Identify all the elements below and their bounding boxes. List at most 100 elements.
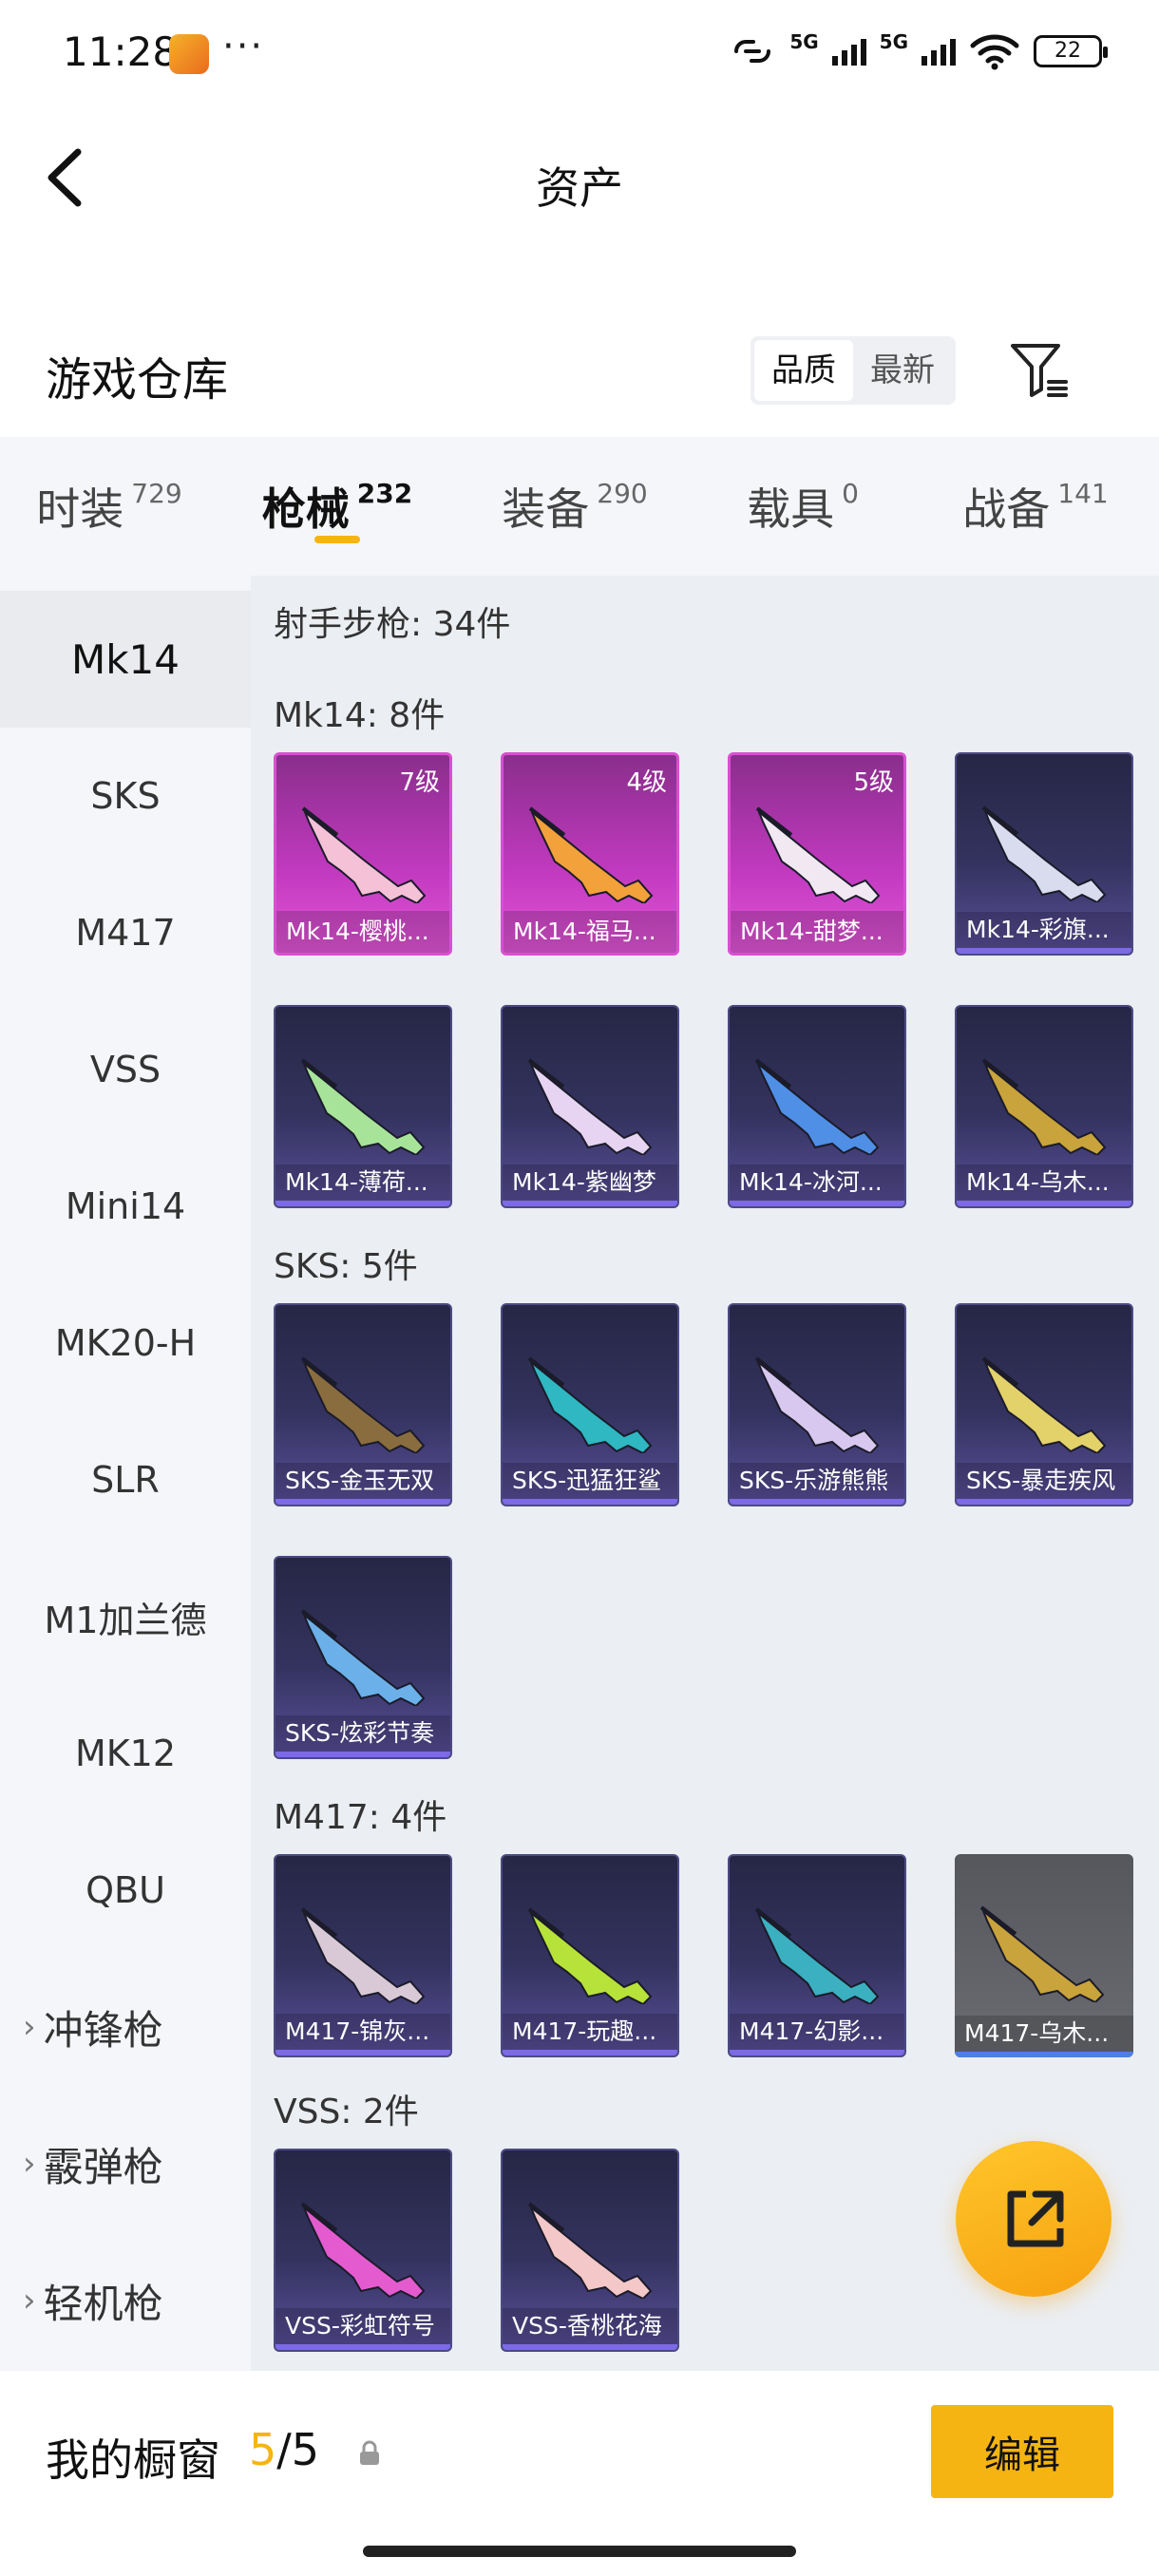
weapon-card[interactable]: M417-玩趣... [501,1854,679,2057]
signal-icon [831,37,866,66]
sidebar-item-sks[interactable]: SKS [0,728,251,864]
tab-count: 729 [131,477,182,509]
nav-header: 资产 [0,104,1159,247]
weapon-card-name: M417-幻影... [730,2014,904,2055]
gun-skin-image [981,1058,1107,1155]
sidebar-item-slr[interactable]: SLR [0,1411,251,1548]
sidebar-item-mk14[interactable]: Mk14 [0,591,251,728]
tab-equipment[interactable]: 装备 290 [456,437,694,576]
sidebar-group-label: 轻机枪 [43,2280,163,2327]
weapon-card[interactable]: SKS-乐游熊熊 [728,1303,906,1506]
weapon-card[interactable]: SKS-迅猛狂鲨 [501,1303,679,1506]
more-notifications-icon: ··· [222,25,265,68]
weapon-card[interactable]: M417-锦灰... [274,1854,452,2057]
weapon-card-name: Mk14-福马... [504,911,676,953]
weapon-card-name: M417-玩趣... [503,2014,677,2055]
sidebar-item-mk20h[interactable]: MK20-H [0,1275,251,1411]
sidebar-item-vss[interactable]: VSS [0,1001,251,1138]
gun-skin-image [527,2202,653,2299]
tab-count: 0 [842,477,859,509]
gun-skin-image [528,806,654,903]
tab-weapons[interactable]: 枪械 232 [218,437,456,576]
weapon-card-name: SKS-乐游熊熊 [730,1463,904,1505]
gun-skin-image [300,2202,426,2299]
share-external-icon [1007,2190,1064,2247]
weapon-card-name: VSS-彩虹符号 [276,2308,450,2350]
weapon-card[interactable]: Mk14-薄荷... [274,1005,452,1208]
weapon-card-name: SKS-炫彩节奏 [276,1715,450,1757]
tab-label: 枪械 [261,483,350,535]
skin-level-badge: 7级 [399,768,440,797]
tab-count: 232 [356,477,413,509]
network-type-label: 5G [789,30,819,53]
sidebar-group-lmg[interactable]: › 轻机枪 [0,2232,251,2369]
gun-skin-image [755,806,881,903]
sidebar-item-mini14[interactable]: Mini14 [0,1138,251,1275]
sidebar-item-m417[interactable]: M417 [0,864,251,1001]
tab-label: 时装 [36,483,124,535]
sidebar-group-smg[interactable]: › 冲锋枪 [0,1959,251,2095]
weapon-card-name: Mk14-冰河... [730,1165,904,1206]
weapon-card[interactable]: Mk14-紫幽梦 [501,1005,679,1208]
weapon-card[interactable]: VSS-彩虹符号 [274,2149,452,2352]
weapon-card[interactable]: 7级 Mk14-樱桃... [274,752,452,956]
weapon-card-name: Mk14-乌木... [957,1165,1131,1206]
network-type-label: 5G [879,30,908,53]
tab-label: 战备 [962,483,1051,535]
weapon-card[interactable]: SKS-金玉无双 [274,1303,452,1506]
weapon-card-name: M417-锦灰... [276,2014,450,2055]
weapon-card[interactable]: Mk14-乌木... [955,1005,1133,1208]
gun-skin-image [754,1058,880,1155]
category-count: 射手步枪: 34件 [274,605,511,644]
gun-skin-image [527,1356,653,1453]
showcase-count-total: 5 [291,2424,320,2475]
app-notification-icon [169,34,209,74]
sort-by-newest[interactable]: 最新 [853,340,952,401]
tab-vehicles[interactable]: 载具 0 [694,437,912,576]
showcase-bar: 我的橱窗 5/5 编辑 [0,2371,1159,2576]
sidebar-item-qbu[interactable]: QBU [0,1822,251,1959]
weapon-card[interactable]: M417-乌木... [955,1854,1133,2057]
gun-skin-image [300,1058,426,1155]
sort-toggle: 品质 最新 [750,336,956,405]
group-label-mk14: Mk14: 8件 [274,696,446,735]
hotspot-link-icon [734,40,771,63]
weapon-card-name: SKS-迅猛狂鲨 [503,1463,677,1505]
weapon-card[interactable]: SKS-炫彩节奏 [274,1556,452,1759]
weapon-card[interactable]: 5级 Mk14-甜梦... [728,752,906,956]
group-label-sks: SKS: 5件 [274,1247,418,1286]
chevron-right-icon: › [23,2145,36,2183]
showcase-count-sep: / [276,2424,292,2475]
weapon-type-sidebar: Mk14 SKS M417 VSS Mini14 MK20-H SLR M1加兰… [0,576,251,2371]
status-time: 11:28 [63,28,179,75]
group-label-vss: VSS: 2件 [274,2093,419,2131]
status-bar: 11:28 ··· 5G 5G 22 [0,0,1159,104]
group-label-m417: M417: 4件 [274,1798,447,1837]
tab-fashion[interactable]: 时装 729 [0,437,218,576]
battery-icon: 22 [1034,35,1108,67]
weapon-card[interactable]: 4级 Mk14-福马... [501,752,679,956]
share-button[interactable] [956,2141,1112,2297]
lock-icon [360,2440,379,2465]
sidebar-item-m1-garand[interactable]: M1加兰德 [0,1548,251,1685]
edit-button[interactable]: 编辑 [931,2405,1113,2498]
page-title: 资产 [536,162,623,214]
weapon-card[interactable]: SKS-暴走疾风 [955,1303,1133,1506]
section-header: 游戏仓库 品质 最新 [0,313,1159,437]
sidebar-item-mk12[interactable]: MK12 [0,1685,251,1822]
weapon-card[interactable]: M417-幻影... [728,1854,906,2057]
weapon-card-name: SKS-金玉无双 [276,1463,450,1505]
weapon-card-name: Mk14-樱桃... [276,911,449,953]
skin-level-badge: 4级 [626,768,667,797]
sidebar-group-shotgun[interactable]: › 霰弹枪 [0,2095,251,2232]
filter-icon[interactable] [1009,340,1070,401]
sidebar-group-label: 霰弹枪 [43,2143,163,2190]
tab-supplies[interactable]: 战备 141 [912,437,1159,576]
category-tabs: 时装 729 枪械 232 装备 290 载具 0 战备 141 [0,437,1159,576]
section-title: 游戏仓库 [46,353,229,407]
weapon-card[interactable]: VSS-香桃花海 [501,2149,679,2352]
weapon-card[interactable]: Mk14-彩旗... [955,752,1133,956]
sort-by-quality[interactable]: 品质 [754,340,853,401]
weapon-card[interactable]: Mk14-冰河... [728,1005,906,1208]
weapon-card-name: VSS-香桃花海 [503,2308,677,2350]
